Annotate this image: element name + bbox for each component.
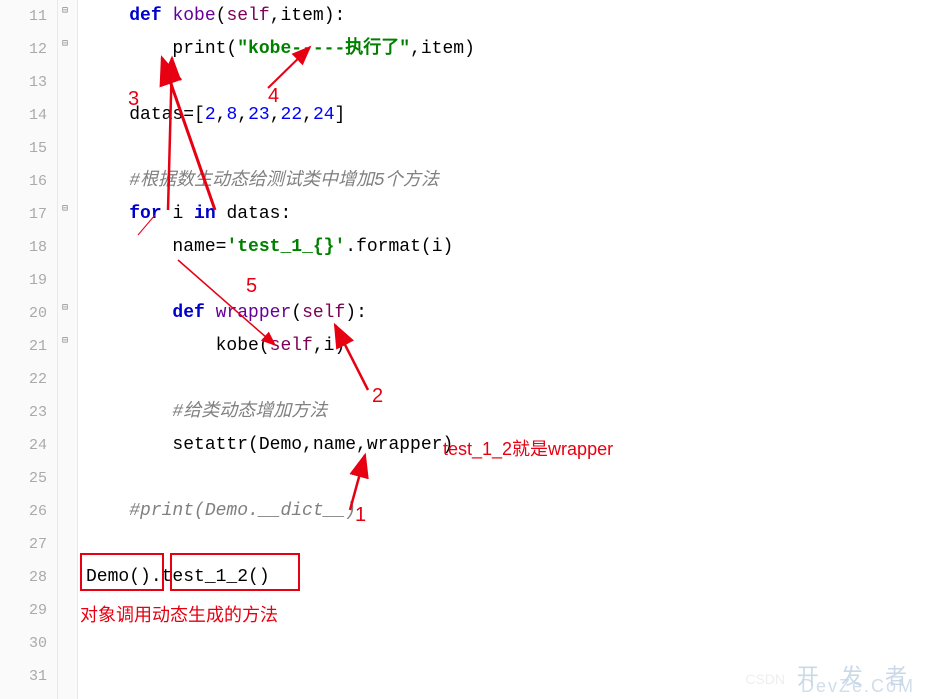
line-number: 17 — [0, 198, 47, 231]
code-line: print("kobe-----执行了",item) — [86, 33, 925, 66]
code-line: #给类动态增加方法 — [86, 396, 925, 429]
line-number: 25 — [0, 462, 47, 495]
line-number: 19 — [0, 264, 47, 297]
watermark-bottom: DevZe.CoM — [801, 676, 915, 697]
annotation-number-4: 4 — [268, 85, 279, 108]
code-line: #根据数生动态给测试类中增加5个方法 — [86, 165, 925, 198]
code-line: name='test_1_{}'.format(i) — [86, 231, 925, 264]
line-number: 14 — [0, 99, 47, 132]
code-line — [86, 264, 925, 297]
code-line — [86, 66, 925, 99]
line-number: 21 — [0, 330, 47, 363]
code-line — [86, 462, 925, 495]
fold-gutter[interactable]: ⊟ ⊟ ⊟ ⊟ ⊟ — [58, 0, 78, 699]
fold-marker-icon[interactable]: ⊟ — [62, 335, 68, 347]
line-number: 20 — [0, 297, 47, 330]
code-line — [86, 627, 925, 660]
highlight-box-method — [170, 553, 300, 591]
code-line: datas=[2,8,23,22,24] — [86, 99, 925, 132]
line-number: 28 — [0, 561, 47, 594]
line-number: 13 — [0, 66, 47, 99]
line-number: 30 — [0, 627, 47, 660]
line-number: 15 — [0, 132, 47, 165]
highlight-box-demo — [80, 553, 164, 591]
annotation-number-2: 2 — [372, 385, 383, 408]
line-number: 27 — [0, 528, 47, 561]
code-line: for i in datas: — [86, 198, 925, 231]
code-line: def kobe(self,item): — [86, 0, 925, 33]
line-number: 29 — [0, 594, 47, 627]
line-number: 24 — [0, 429, 47, 462]
fold-marker-icon[interactable]: ⊟ — [62, 38, 68, 50]
code-line: def wrapper(self): — [86, 297, 925, 330]
fold-marker-icon[interactable]: ⊟ — [62, 203, 68, 215]
annotation-wrapper-note: test_1_2就是wrapper — [443, 435, 613, 461]
code-line: #print(Demo.__dict__) — [86, 495, 925, 528]
line-number: 26 — [0, 495, 47, 528]
code-line — [86, 132, 925, 165]
line-number: 12 — [0, 33, 47, 66]
line-number: 23 — [0, 396, 47, 429]
annotation-number-1: 1 — [355, 504, 366, 527]
annotation-bottom-note: 对象调用动态生成的方法 — [80, 601, 278, 627]
code-line: kobe(self,i) — [86, 330, 925, 363]
code-area[interactable]: def kobe(self,item): print("kobe-----执行了… — [78, 0, 925, 699]
fold-marker-icon[interactable]: ⊟ — [62, 302, 68, 314]
line-number: 22 — [0, 363, 47, 396]
annotation-number-3: 3 — [128, 88, 139, 111]
line-number: 16 — [0, 165, 47, 198]
fold-marker-icon[interactable]: ⊟ — [62, 5, 68, 17]
line-number-gutter: 11 12 13 14 15 16 17 18 19 20 21 22 23 2… — [0, 0, 58, 699]
line-number: 11 — [0, 0, 47, 33]
line-number: 18 — [0, 231, 47, 264]
watermark-csdn: CSDN — [745, 671, 785, 687]
line-number: 31 — [0, 660, 47, 693]
annotation-number-5: 5 — [246, 275, 257, 298]
code-line — [86, 363, 925, 396]
